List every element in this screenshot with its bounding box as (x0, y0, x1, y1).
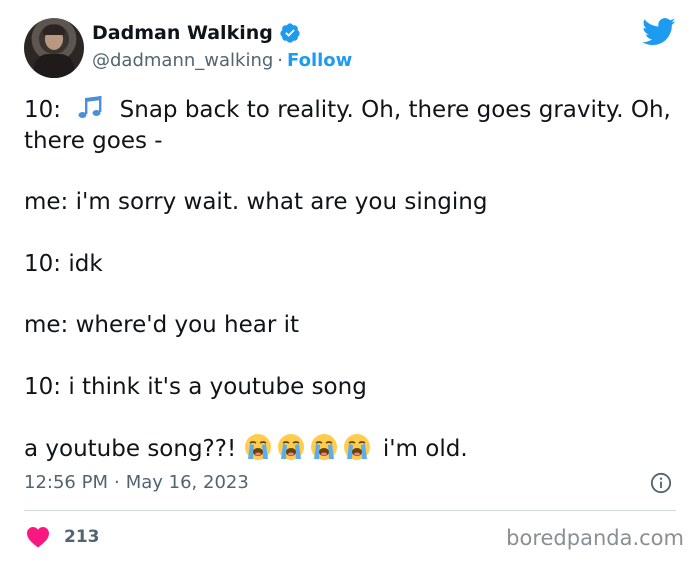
tweet-line-5: 10: i think it's a youtube song (24, 373, 367, 400)
tweet-line-3: 10: idk (24, 250, 103, 277)
tweet-time[interactable]: 12:56 PM (24, 472, 108, 493)
display-name[interactable]: Dadman Walking (92, 22, 273, 44)
verified-badge-icon (280, 23, 300, 43)
lyric-text: Snap back to reality. Oh, there goes gra… (24, 97, 671, 154)
timestamp[interactable]: 12:56 PM · May 16, 2023 (24, 472, 249, 493)
emoji-group (244, 434, 376, 462)
like-count: 213 (64, 527, 100, 547)
tweet-header: Dadman Walking @dadmann_walking · Follow (24, 18, 680, 80)
info-icon[interactable] (650, 472, 672, 494)
tweet-date[interactable]: May 16, 2023 (126, 472, 249, 493)
separator: · (277, 50, 284, 71)
tweet-line-2: me: i'm sorry wait. what are you singing (24, 189, 488, 215)
loudly-crying-face-icon (343, 434, 370, 460)
music-notes-icon (78, 96, 102, 118)
loudly-crying-face-icon (277, 434, 304, 460)
twitter-bird-icon[interactable] (642, 18, 676, 46)
speaker-label: 10: (24, 97, 62, 123)
tweet-body: 10: Snap back to reality. Oh, there goes… (24, 95, 684, 465)
handle-row: @dadmann_walking · Follow (92, 50, 352, 71)
like-section[interactable]: 213 (26, 526, 100, 548)
follow-button[interactable]: Follow (287, 50, 352, 71)
line6-suffix: i'm old. (382, 436, 468, 462)
avatar[interactable] (24, 18, 84, 78)
tweet-line-4: me: where'd you hear it (24, 312, 300, 338)
tweet-line-1: 10: Snap back to reality. Oh, there goes… (24, 95, 684, 156)
line6-prefix: a youtube song??! (24, 436, 237, 462)
name-row: Dadman Walking (92, 22, 301, 44)
loudly-crying-face-icon (244, 434, 271, 460)
handle[interactable]: @dadmann_walking (92, 50, 273, 71)
divider (24, 510, 676, 511)
tweet-line-6: a youtube song??! i'm old. (24, 433, 684, 465)
loudly-crying-face-icon (310, 434, 337, 460)
watermark: boredpanda.com (506, 526, 684, 550)
heart-icon[interactable] (26, 526, 50, 548)
timestamp-separator: · (113, 472, 120, 493)
